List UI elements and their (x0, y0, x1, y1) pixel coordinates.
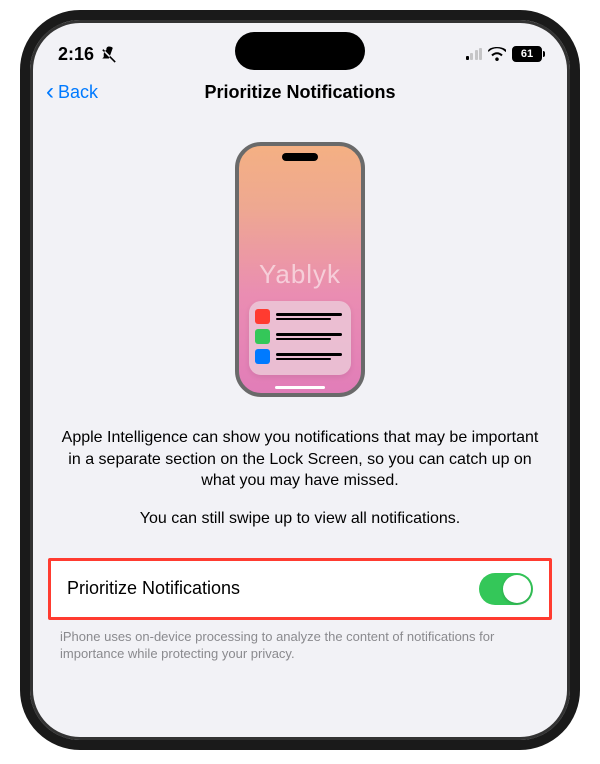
dynamic-island (235, 32, 365, 70)
app-icon-red (255, 309, 270, 324)
description-text-1: Apple Intelligence can show you notifica… (56, 427, 544, 492)
battery-level: 61 (521, 48, 533, 60)
silent-icon (100, 45, 118, 63)
illustration-island (282, 153, 318, 161)
footer-description: iPhone uses on-device processing to anal… (56, 620, 544, 663)
notif-text-lines (276, 353, 345, 360)
chevron-left-icon: ‹ (46, 80, 54, 104)
description-text-2: You can still swipe up to view all notif… (56, 510, 544, 528)
toggle-label: Prioritize Notifications (67, 578, 240, 599)
page-title: Prioritize Notifications (30, 82, 570, 103)
time-label: 2:16 (58, 44, 94, 65)
back-label: Back (58, 82, 98, 103)
home-indicator-illustration (275, 386, 325, 389)
notif-row (255, 329, 345, 344)
toggle-knob (503, 575, 531, 603)
battery-icon: 61 (512, 46, 542, 62)
phone-illustration: Yablyk (235, 142, 365, 397)
prioritize-toggle-row[interactable]: Prioritize Notifications (48, 558, 552, 620)
notif-text-lines (276, 333, 345, 340)
phone-frame: 2:16 61 ‹ Back Prioritize Notifi (20, 10, 580, 750)
watermark-text: Yablyk (259, 259, 341, 290)
notification-card-illustration (249, 301, 351, 375)
content-area: Yablyk (30, 114, 570, 663)
navigation-bar: ‹ Back Prioritize Notifications (30, 70, 570, 114)
back-button[interactable]: ‹ Back (46, 80, 98, 104)
cellular-icon (466, 48, 483, 60)
notif-row (255, 309, 345, 324)
app-icon-blue (255, 349, 270, 364)
notif-row (255, 349, 345, 364)
status-indicators: 61 (466, 46, 543, 62)
notif-text-lines (276, 313, 345, 320)
wifi-icon (488, 47, 506, 61)
app-icon-green (255, 329, 270, 344)
status-time: 2:16 (58, 44, 118, 65)
toggle-switch[interactable] (479, 573, 533, 605)
